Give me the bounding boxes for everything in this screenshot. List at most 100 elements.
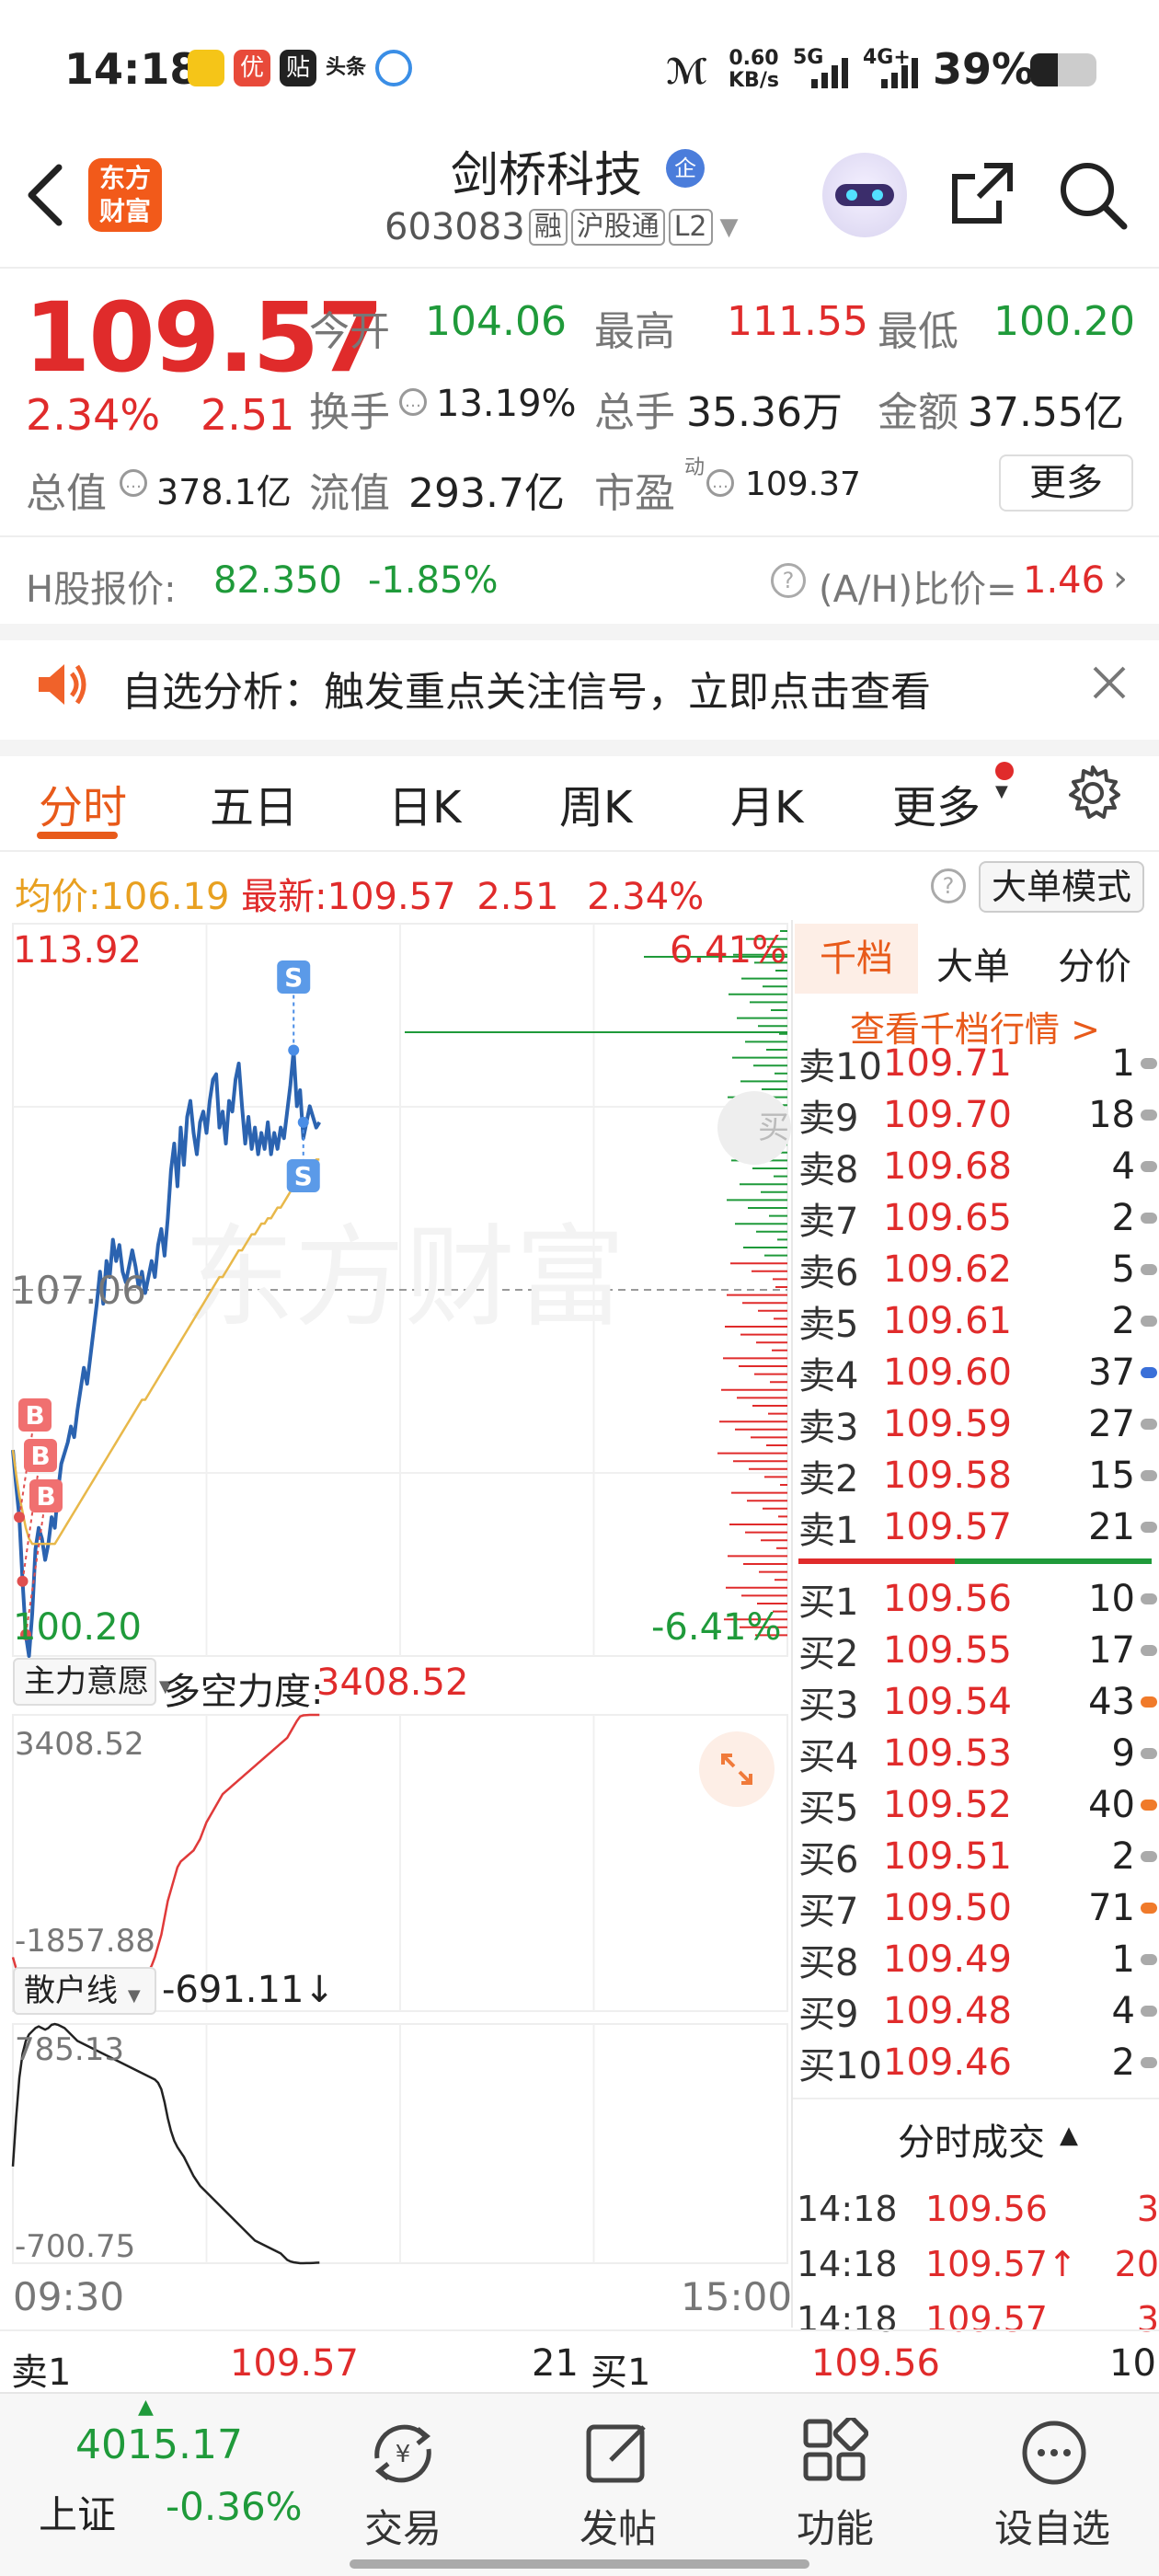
high-value: 111.55 (727, 298, 868, 345)
tab-intraday[interactable]: 分时 (39, 771, 127, 835)
ask-row[interactable]: 卖5 109.61 2 (798, 1295, 1157, 1347)
nav-post[interactable]: 发帖 (526, 2401, 710, 2558)
tick-price: 109.56 (925, 2189, 1048, 2229)
index-change[interactable]: -0.36% (166, 2484, 303, 2529)
tab-daily-k[interactable]: 日K (388, 771, 461, 835)
expand-icon[interactable] (699, 1731, 775, 1807)
total-cap-label: 总值 (26, 470, 107, 517)
share-icon[interactable] (947, 158, 1017, 228)
bid-row[interactable]: 买2 109.55 17 (798, 1625, 1157, 1676)
indicator-select-retail[interactable]: 散户线 ▼ (13, 1967, 156, 2015)
watermark-logo: 东方财富 (184, 1214, 625, 1342)
ask-quantity: 15 (1088, 1455, 1135, 1497)
sell-signal-label: S (284, 962, 303, 993)
back-arrow-icon[interactable] (24, 162, 64, 228)
price-line (11, 1048, 322, 1658)
network-speed: 0.60 KB/s (729, 48, 779, 92)
bid-quantity: 1 (1111, 1938, 1135, 1981)
amount-label: 金额 (878, 389, 958, 436)
tick-trades-header[interactable]: 分时成交 (898, 2112, 1045, 2166)
h-share-change: -1.85% (368, 559, 499, 602)
ask-row[interactable]: 卖9 109.70 18 (798, 1089, 1157, 1141)
ask-level-label: 卖5 (798, 1304, 859, 1346)
help-icon[interactable]: ? (771, 563, 806, 598)
bid-price: 109.54 (883, 1681, 1012, 1723)
indicator-select-main-force[interactable]: 主力意愿 ▼ (13, 1658, 172, 1706)
big-order-mode-button[interactable]: 大单模式 (979, 861, 1144, 913)
bid-row[interactable]: 买10 109.46 2 (798, 2037, 1157, 2088)
status-time: 14:18 (64, 44, 200, 94)
bid-quantity: 40 (1088, 1784, 1135, 1826)
bid-row[interactable]: 买4 109.53 9 (798, 1728, 1157, 1779)
ask-price: 109.59 (883, 1403, 1012, 1445)
enterprise-badge: 企 (666, 149, 705, 188)
index-name[interactable]: 上证 (39, 2484, 116, 2540)
ask-level-label: 卖7 (798, 1201, 859, 1243)
best-quote-strip (0, 2329, 1159, 2390)
ah-ratio-value: 1.46 (1023, 559, 1106, 602)
tab-five-day[interactable]: 五日 (210, 771, 298, 835)
info-icon[interactable]: … (706, 469, 734, 497)
ask-row[interactable]: 卖7 109.65 2 (798, 1192, 1157, 1244)
ask-row[interactable]: 卖1 109.57 21 (798, 1501, 1157, 1553)
tab-price-split[interactable]: 分价 (1058, 937, 1131, 990)
signal-bars-icon (811, 58, 848, 88)
bid-row[interactable]: 买9 109.48 4 (798, 1985, 1157, 2037)
info-icon[interactable]: … (120, 469, 147, 497)
ask-quantity: 2 (1111, 1197, 1135, 1239)
buy-float-button[interactable]: 买 (717, 1091, 791, 1165)
order-size-dot (1141, 1470, 1157, 1481)
nav-add-watchlist[interactable]: 设自选 (960, 2401, 1144, 2558)
bid-row[interactable]: 买6 109.51 2 (798, 1831, 1157, 1882)
settings-gear-icon[interactable] (1063, 764, 1122, 822)
dropdown-icon[interactable]: ▼ (720, 213, 739, 241)
nav-post-label: 发帖 (579, 2506, 657, 2551)
home-indicator[interactable] (350, 2559, 809, 2569)
robot-assistant-icon[interactable] (822, 153, 907, 237)
more-button[interactable]: 更多 (999, 454, 1133, 512)
price-axis-mid: 107.06 (11, 1268, 146, 1313)
retail-line-value: -691.11↓ (162, 1969, 335, 2011)
close-icon[interactable] (1091, 664, 1128, 701)
grid-apps-icon (803, 2418, 868, 2481)
ask-level-label: 卖9 (798, 1098, 859, 1140)
ask-row[interactable]: 卖2 109.58 15 (798, 1450, 1157, 1501)
strip-buy-label: 买1 (591, 2352, 651, 2394)
info-icon[interactable]: … (399, 388, 427, 416)
avg-price-label: 均价: (15, 876, 101, 918)
ask-price: 109.71 (883, 1042, 1012, 1085)
help-icon[interactable]: ? (931, 868, 966, 903)
tab-more[interactable]: 更多 (892, 771, 981, 835)
bull-bear-value: 3408.52 (316, 1662, 469, 1704)
bid-level-label: 买4 (798, 1736, 859, 1778)
order-size-dot (1141, 1110, 1157, 1121)
float-cap-value: 293.7亿 (408, 470, 565, 517)
search-icon[interactable] (1056, 158, 1130, 232)
tab-weekly-k[interactable]: 周K (559, 771, 632, 835)
ask-row[interactable]: 卖8 109.68 4 (798, 1141, 1157, 1192)
bid-quantity: 2 (1111, 2041, 1135, 2084)
bid-row[interactable]: 买1 109.56 10 (798, 1573, 1157, 1625)
order-size-dot (1141, 1696, 1157, 1708)
change-amount: 2.51 (201, 390, 295, 440)
ask-row[interactable]: 卖3 109.59 27 (798, 1398, 1157, 1450)
ask-row[interactable]: 卖4 109.60 37 (798, 1347, 1157, 1398)
nav-trade[interactable]: ¥ 交易 (311, 2401, 495, 2558)
bid-row[interactable]: 买5 109.52 40 (798, 1779, 1157, 1831)
ask-row[interactable]: 卖10 109.71 1 (798, 1038, 1157, 1089)
nav-functions[interactable]: 功能 (743, 2401, 927, 2558)
tab-level1000[interactable]: 千档 (795, 924, 918, 994)
index-value[interactable]: 4015.17 (75, 2421, 243, 2468)
bid-row[interactable]: 买7 109.50 71 (798, 1882, 1157, 1934)
index-trend-icon: ▲ (138, 2396, 154, 2419)
tab-monthly-k[interactable]: 月K (730, 771, 803, 835)
bid-row[interactable]: 买3 109.54 43 (798, 1676, 1157, 1728)
bid-row[interactable]: 买8 109.49 1 (798, 1934, 1157, 1985)
caret-up-icon: ▲ (1060, 2122, 1078, 2149)
ask-price: 109.57 (883, 1506, 1012, 1548)
order-size-dot (1141, 1593, 1157, 1604)
volume-label: 总手 (594, 389, 675, 436)
ask-row[interactable]: 卖6 109.62 5 (798, 1244, 1157, 1295)
tab-big-order[interactable]: 大单 (936, 937, 1010, 990)
section-gap (0, 624, 1159, 640)
